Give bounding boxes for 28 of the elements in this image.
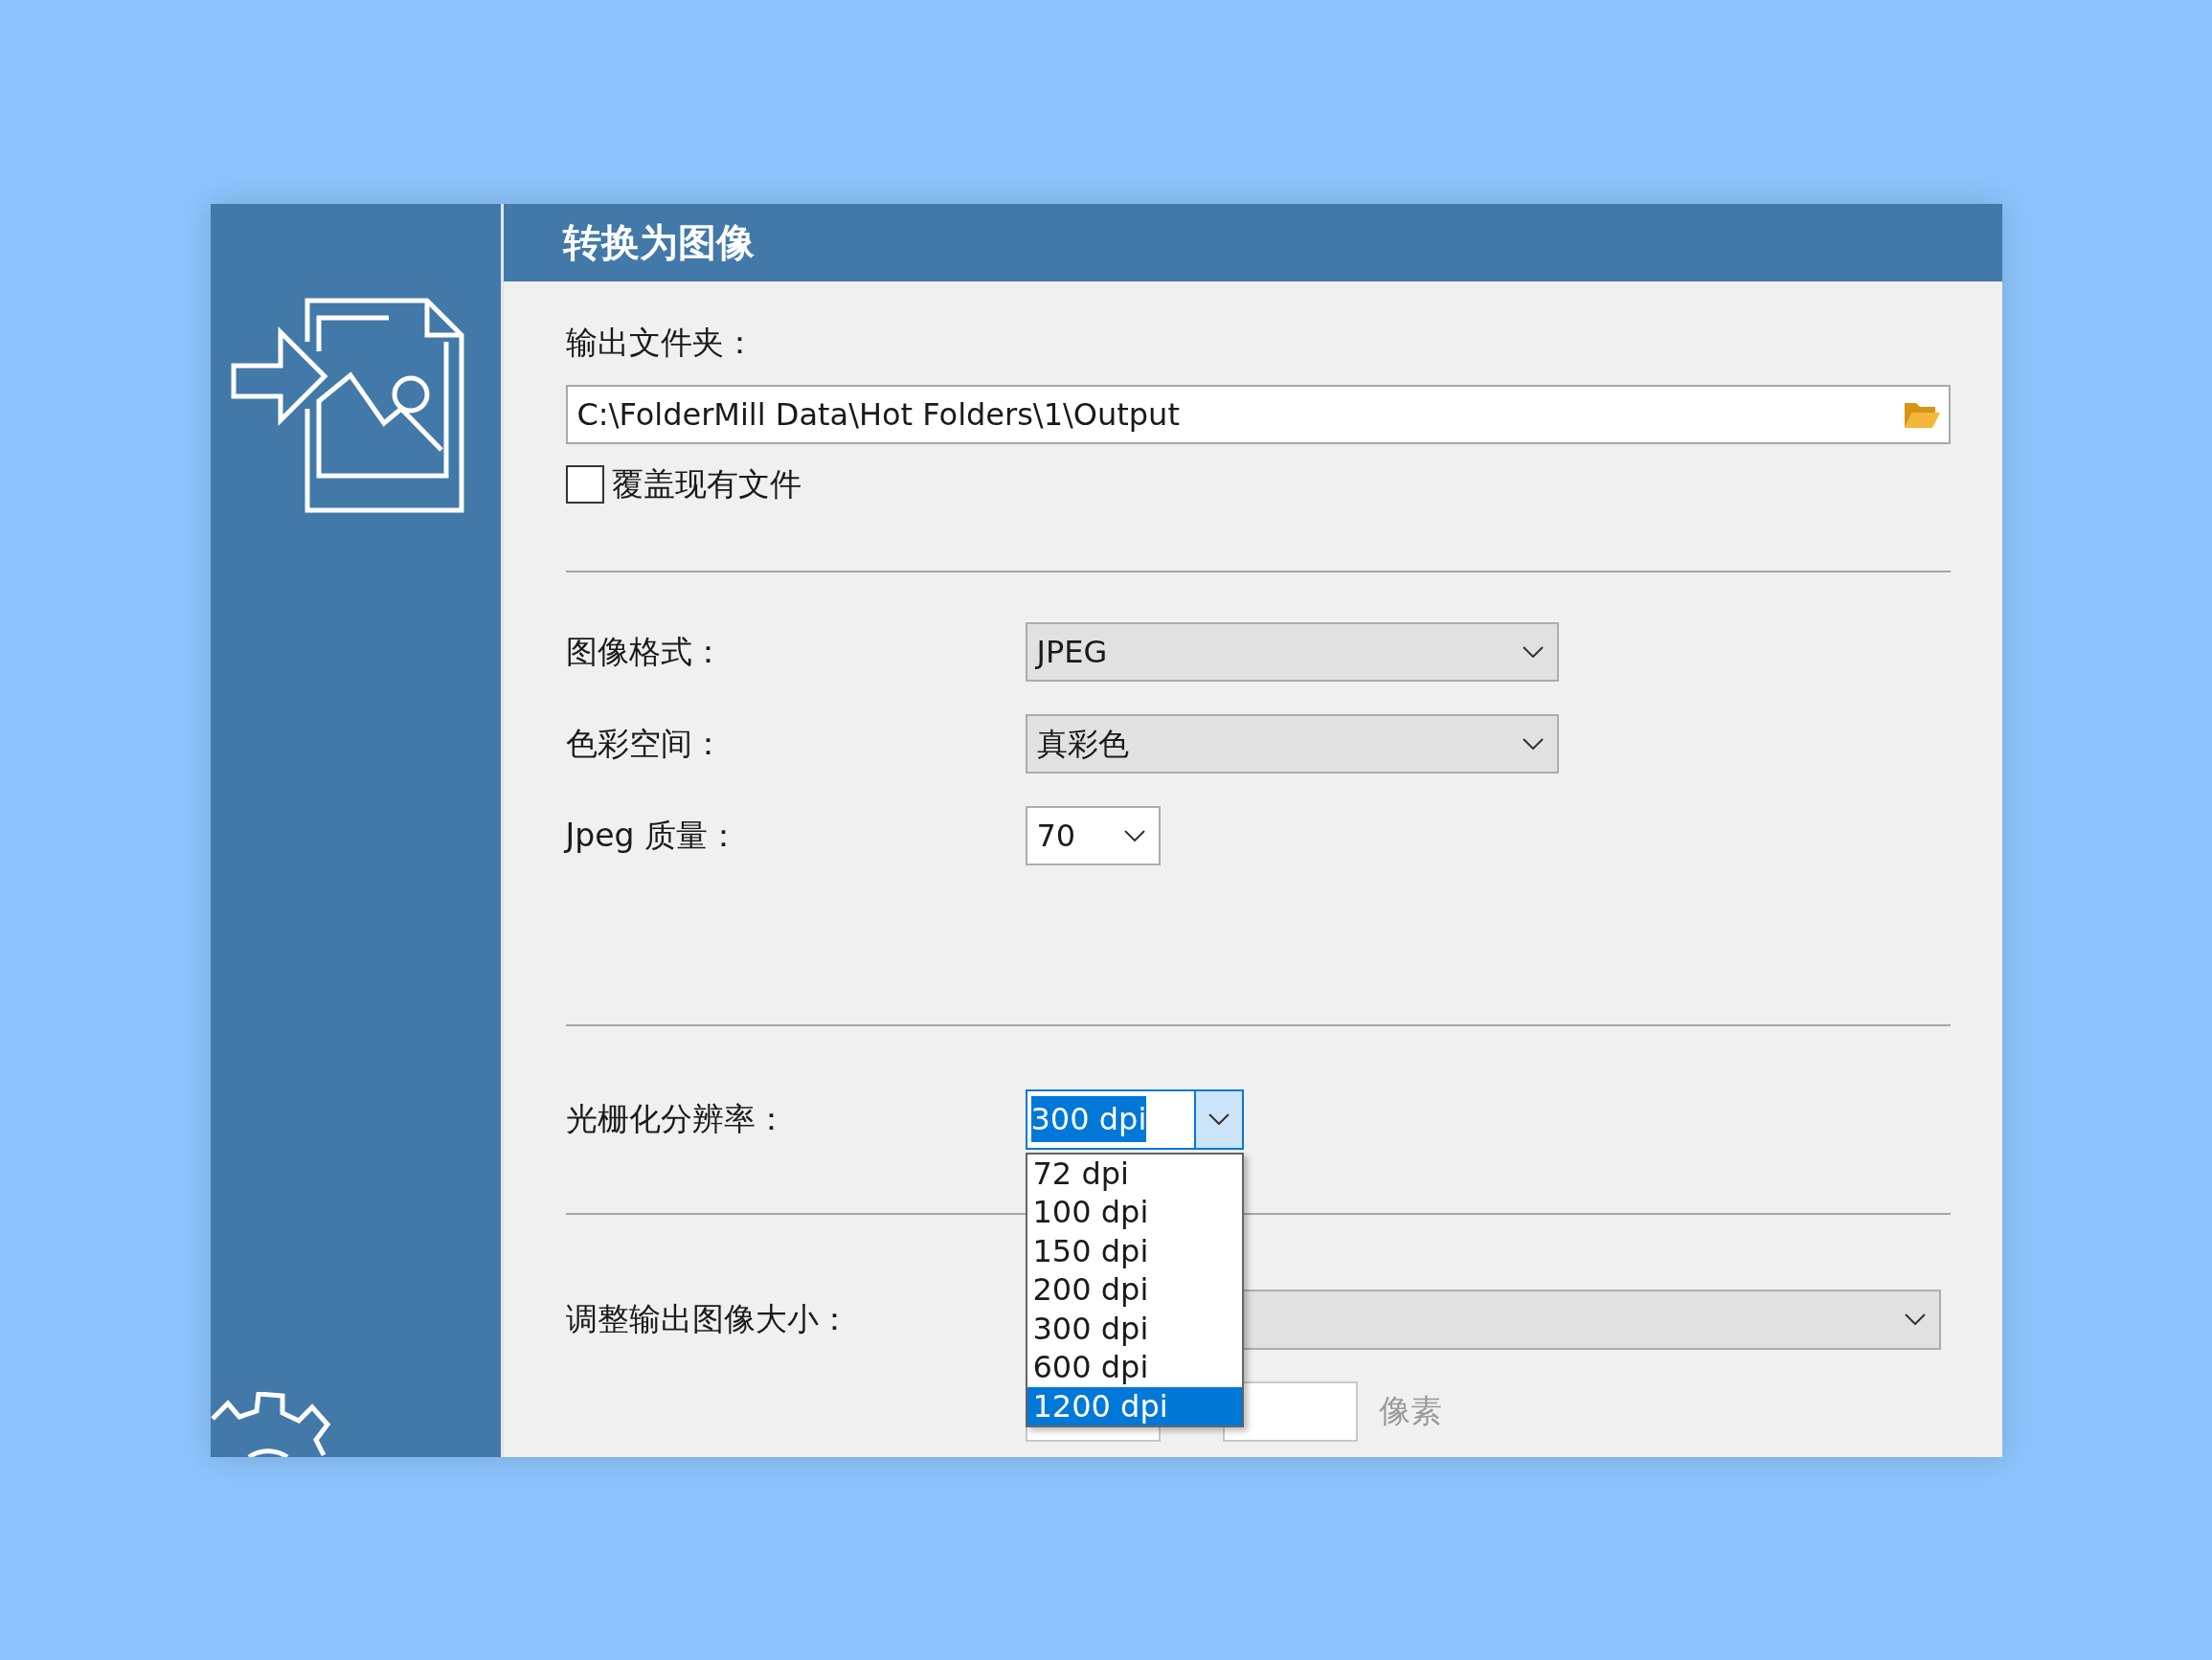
chevron-down-icon	[1522, 737, 1544, 750]
field-label: Jpeg 质量：	[565, 815, 740, 856]
dropdown-option[interactable]: 100 dpi	[1027, 1193, 1242, 1232]
checkbox[interactable]	[565, 464, 604, 504]
chevron-down-icon	[1208, 1113, 1230, 1125]
dropdown-option[interactable]: 300 dpi	[1027, 1309, 1242, 1348]
chevron-down-icon	[1522, 645, 1544, 658]
dropdown-toggle[interactable]	[1193, 1090, 1242, 1148]
dropdown[interactable]: 70	[1025, 805, 1161, 865]
dropdown-option[interactable]: 600 dpi	[1027, 1348, 1242, 1387]
dropdown[interactable]: 真彩色	[1025, 713, 1559, 774]
field-label: 图像格式：	[565, 631, 725, 672]
field-label: 输出文件夹：	[565, 322, 756, 363]
chevron-down-icon	[1904, 1313, 1926, 1325]
output-folder-field[interactable]: C:\FolderMill Data\Hot Folders\1\Output	[565, 384, 1951, 444]
unit-label: 像素	[1378, 1391, 1442, 1431]
dropdown[interactable]: JPEG	[1025, 621, 1559, 682]
field-label: 色彩空间：	[565, 723, 725, 764]
field-label: 调整输出图像大小：	[565, 1299, 851, 1339]
dropdown-option[interactable]: 200 dpi	[1027, 1270, 1242, 1310]
dropdown-option[interactable]: 1200 dpi	[1027, 1386, 1242, 1425]
field-label: 光栅化分辨率：	[565, 1099, 788, 1139]
resolution-dropdown[interactable]: 300 dpi	[1025, 1088, 1244, 1150]
dropdown-option[interactable]: 150 dpi	[1027, 1231, 1242, 1270]
dialog-title: 转换为图像	[503, 203, 2002, 281]
dropdown-option[interactable]: 72 dpi	[1027, 1154, 1242, 1193]
checkbox-label: 覆盖现有文件	[611, 463, 801, 505]
chevron-down-icon	[1123, 829, 1145, 841]
